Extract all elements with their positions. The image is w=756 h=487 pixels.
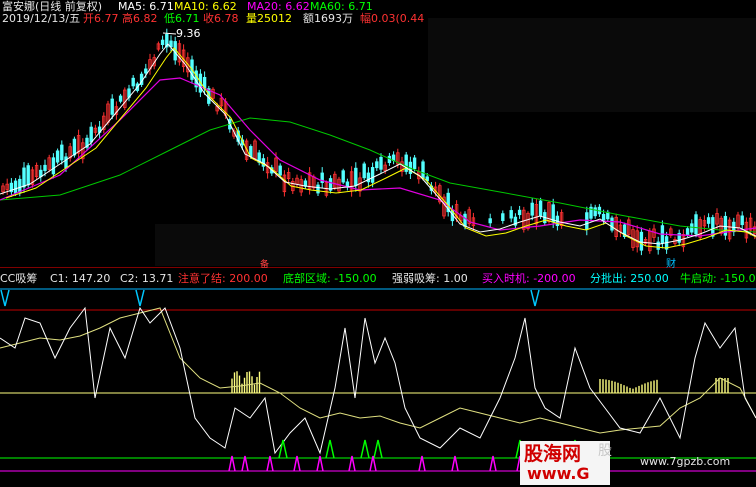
candle-body: [690, 223, 694, 233]
candle-body: [131, 77, 135, 87]
watermark-site-left: www.G: [527, 464, 590, 483]
candle-body: [685, 228, 690, 236]
candle-body: [375, 161, 379, 169]
candle-body: [694, 214, 698, 235]
candle-body: [64, 156, 68, 169]
volume-label: 量25012: [246, 12, 292, 25]
occlusion-block-bottom: [155, 224, 600, 266]
niu-value: 牛启动: -150.0: [680, 272, 756, 285]
candle-body: [118, 95, 123, 102]
open-label: 开6.77: [83, 12, 119, 25]
candle-body: [55, 150, 60, 163]
candle-body: [501, 213, 505, 221]
watermark-partial: 股: [598, 443, 612, 459]
candle-body: [639, 231, 644, 251]
candle-body: [610, 217, 614, 231]
candle-body: [354, 167, 358, 187]
change-label: 幅0.03(0.44: [360, 12, 425, 25]
candle-body: [379, 156, 383, 170]
peak-price-label: 9.36: [176, 27, 201, 40]
candle-body: [43, 164, 47, 171]
high-label: 高6.82: [122, 12, 158, 25]
candle-body: [412, 157, 417, 170]
indicator-name: CC吸筹: [0, 272, 38, 285]
candle-body: [530, 202, 534, 216]
mairu-value: 买入时机: -200.00: [482, 272, 576, 285]
candle-body: [463, 213, 467, 227]
candle-body: [89, 126, 93, 143]
candle-body: [517, 209, 522, 216]
stock-chart-window: { "header": { "stock_name": "富安娜(日线 前复权)…: [0, 0, 756, 487]
candle-body: [18, 178, 22, 193]
c1-value: C1: 147.20: [50, 272, 111, 285]
low-label: 低6.71: [164, 12, 200, 25]
price-chart: [0, 0, 756, 268]
candle-body: [26, 165, 30, 186]
candle-body: [22, 167, 26, 188]
close-label: 收6.78: [203, 12, 239, 25]
candle-body: [593, 207, 597, 217]
occlusion-block-top-right: [428, 18, 756, 112]
candle-body: [110, 98, 114, 115]
candle-body: [488, 218, 492, 224]
watermark-brand: 股海网: [524, 443, 582, 465]
date-label: 2019/12/13/五: [2, 12, 81, 25]
candle-body: [421, 161, 425, 179]
candle-body: [341, 170, 345, 183]
dibu-value: 底部区域: -150.00: [283, 272, 377, 285]
fenpi-value: 分批出: 250.00: [590, 272, 669, 285]
candle-body: [160, 39, 165, 45]
candle-body: [60, 144, 64, 161]
candle-body: [706, 217, 711, 224]
candle-body: [740, 215, 744, 226]
zhuyi-value: 注意了结: 200.00: [178, 272, 268, 285]
candle-body: [656, 241, 660, 250]
candle-body: [72, 138, 77, 156]
candle-body: [601, 213, 606, 221]
amount-label: 额1693万: [303, 12, 353, 25]
candle-body: [538, 200, 543, 217]
candle-body: [278, 165, 282, 176]
candle-body: [316, 184, 320, 194]
candle-body: [144, 68, 148, 74]
qiangruo-value: 强弱吸筹: 1.00: [392, 272, 468, 285]
candle-body: [370, 167, 375, 183]
c2-value: C2: 13.71: [120, 272, 174, 285]
candle-body: [509, 210, 513, 219]
watermark-site-right: www.7gpzb.com: [640, 455, 731, 468]
candle-body: [51, 157, 56, 175]
candle-body: [13, 180, 18, 194]
candle-body: [362, 163, 366, 179]
